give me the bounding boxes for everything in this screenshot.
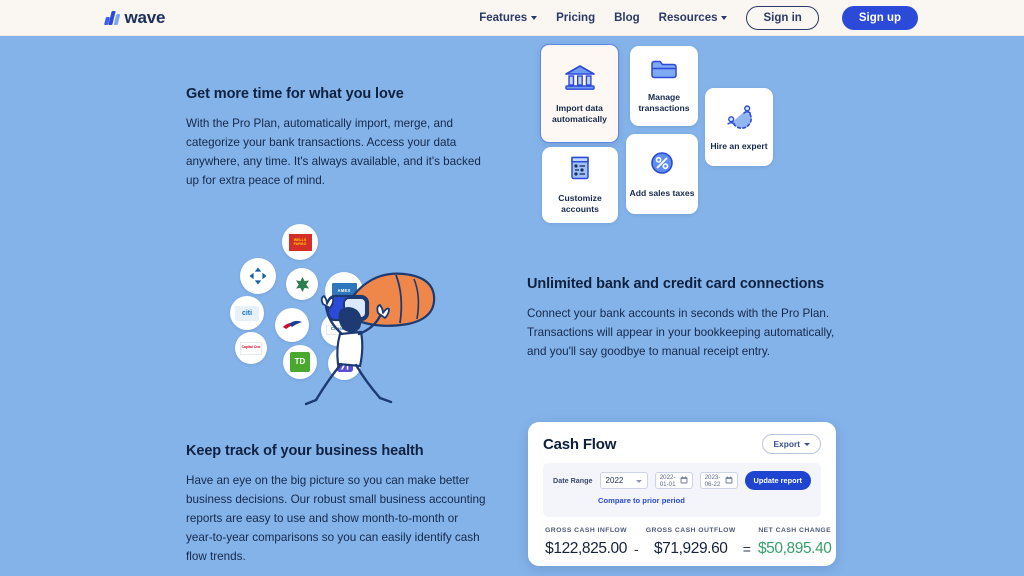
stat-value: $50,895.40 [757,540,832,557]
feature-card-label: Import data automatically [552,102,607,124]
sign-in-button[interactable]: Sign in [746,5,819,30]
operator-equals: = [742,541,751,557]
percent-circle-icon [649,150,675,181]
export-label: Export [773,439,800,449]
feature-card-label: Hire an expert [710,140,768,151]
calendar-icon [725,475,733,486]
bank-building-icon [563,63,597,96]
chevron-down-icon [635,479,642,483]
cash-flow-summary: GROSS CASH INFLOW $122,825.00 - GROSS CA… [543,527,832,558]
nav-item-features[interactable]: Features [479,11,538,24]
export-button[interactable]: Export [762,434,821,454]
people-refresh-icon [725,103,753,134]
update-report-button[interactable]: Update report [744,471,811,490]
stat-value: $122,825.00 [545,540,627,557]
section-title: Get more time for what you love [186,86,404,102]
cash-flow-title: Cash Flow [543,435,617,453]
feature-card-hire-expert[interactable]: Hire an expert [705,88,773,166]
cash-flow-report-card: Cash Flow Export Date Range 2022 2022-01… [528,422,836,566]
feature-card-add-sales-taxes[interactable]: Add sales taxes [626,134,698,214]
feature-card-import-data[interactable]: Import data automatically [540,44,619,143]
stat-gross-cash-inflow: GROSS CASH INFLOW $122,825.00 [545,527,627,558]
sign-up-button[interactable]: Sign up [841,5,918,30]
feature-card-cluster: Import data automatically Manage transac… [540,44,790,229]
feature-card-label: Manage transactions [638,92,690,113]
feature-card-manage-transactions[interactable]: Manage transactions [630,46,698,126]
chevron-down-icon [531,16,538,20]
feature-card-customize-accounts[interactable]: Customize accounts [542,147,618,223]
section-title: Unlimited bank and credit card connectio… [527,276,825,292]
wave-logo-icon [104,10,120,25]
nav-label-blog: Blog [614,11,640,24]
cash-flow-header: Cash Flow Export [543,434,821,454]
section-body: Connect your bank accounts in seconds wi… [527,307,835,358]
wave-logo-text: wave [124,7,166,27]
site-header: wave Features Pricing Blog Resources Sig… [0,0,1024,36]
cash-flow-filters: Date Range 2022 2022-01-01 2023-06-22 Up… [543,463,821,517]
date-to-input[interactable]: 2023-06-22 [699,472,738,489]
feature-card-label: Customize accounts [558,193,602,214]
chevron-down-icon [721,16,728,20]
stat-label: NET CASH CHANGE [758,527,832,534]
section-title: Keep track of your business health [186,443,424,459]
calendar-icon [680,475,688,486]
date-range-select[interactable]: 2022 [599,472,648,489]
nav-item-resources[interactable]: Resources [659,12,728,24]
section-business-health: Keep track of your business health Have … [186,443,488,567]
stat-gross-cash-outflow: GROSS CASH OUTFLOW $71,929.60 [646,527,736,558]
list-document-icon [569,155,591,186]
nav-label-features: Features [479,11,528,24]
nav-label-pricing: Pricing [556,11,596,24]
nav-item-blog[interactable]: Blog [614,12,640,24]
person-megaphone-illustration [304,272,436,406]
stat-label: GROSS CASH OUTFLOW [645,527,736,534]
section-get-more-time: Get more time for what you love With the… [186,86,491,191]
wave-logo[interactable]: wave [104,7,166,28]
operator-minus: - [634,541,639,557]
main-navigation: Features Pricing Blog Resources Sign in … [479,5,918,30]
section-body: With the Pro Plan, automatically import,… [186,117,481,187]
section-body: Have an eye on the big picture so you ca… [186,474,486,563]
filter-row: Date Range 2022 2022-01-01 2023-06-22 Up… [553,471,811,490]
nav-item-pricing[interactable]: Pricing [556,12,595,24]
feature-card-label: Add sales taxes [629,187,695,198]
date-from-value: 2022-01-01 [659,473,676,488]
chevron-down-icon [804,443,810,446]
date-range-value: 2022 [605,476,624,485]
section-bank-connections: Unlimited bank and credit card connectio… [527,276,837,362]
stat-net-cash-change: NET CASH CHANGE $50,895.40 [758,527,832,558]
folder-icon [650,58,678,85]
bank-connections-illustration: WELLS FARGO citi Capital One AMEX Chase … [228,218,443,418]
date-range-label: Date Range [553,476,593,485]
stat-value: $71,929.60 [653,540,728,557]
nav-label-resources: Resources [658,11,718,24]
date-to-value: 2023-06-22 [704,473,721,488]
stat-label: GROSS CASH INFLOW [545,527,628,534]
date-from-input[interactable]: 2022-01-01 [654,472,693,489]
compare-to-prior-period-link[interactable]: Compare to prior period [598,496,685,505]
